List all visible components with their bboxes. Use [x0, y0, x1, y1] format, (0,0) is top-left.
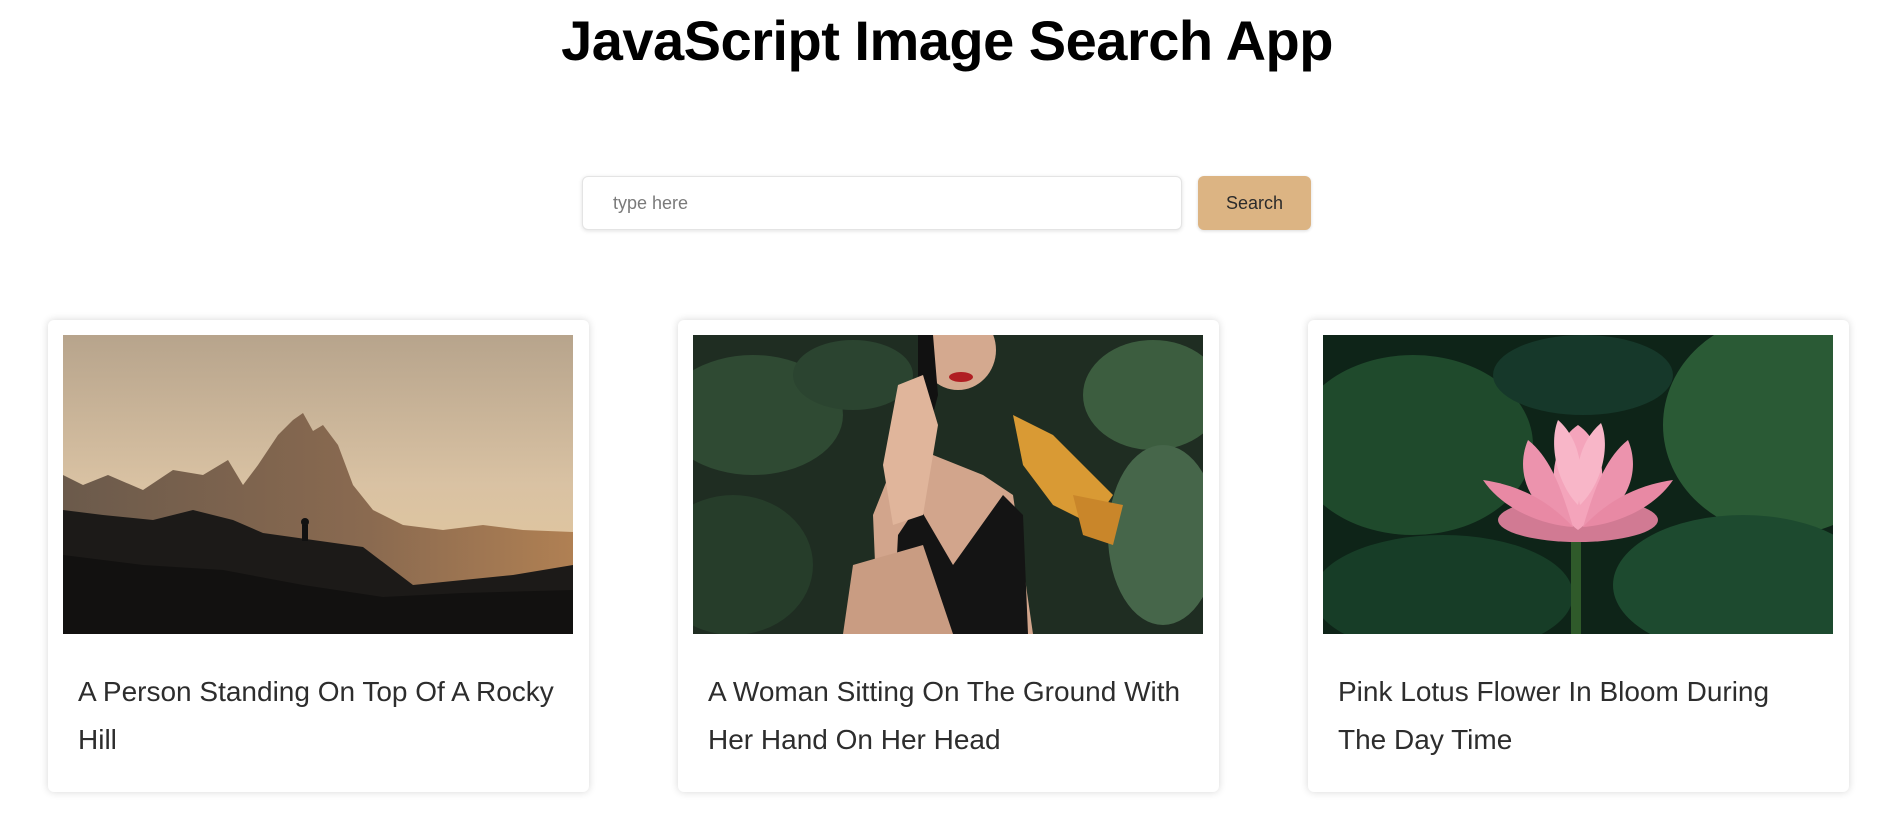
mountain-image [63, 335, 573, 634]
lotus-image [1323, 335, 1833, 634]
result-card: Pink Lotus Flower In Bloom During The Da… [1308, 320, 1849, 792]
search-form: Search [582, 176, 1311, 230]
result-title: A Woman Sitting On The Ground With Her H… [708, 676, 1181, 755]
search-button[interactable]: Search [1198, 176, 1311, 230]
woman-image [693, 335, 1203, 634]
page-title: JavaScript Image Search App [561, 9, 1333, 72]
result-title: Pink Lotus Flower In Bloom During The Da… [1338, 676, 1770, 755]
result-image-link[interactable] [63, 335, 573, 634]
result-image-link[interactable] [693, 335, 1203, 634]
result-title: A Person Standing On Top Of A Rocky Hill [78, 676, 554, 755]
result-image-link[interactable] [1323, 335, 1833, 634]
search-input[interactable] [582, 176, 1182, 230]
result-card: A Person Standing On Top Of A Rocky Hill [48, 320, 589, 792]
result-card: A Woman Sitting On The Ground With Her H… [678, 320, 1219, 792]
